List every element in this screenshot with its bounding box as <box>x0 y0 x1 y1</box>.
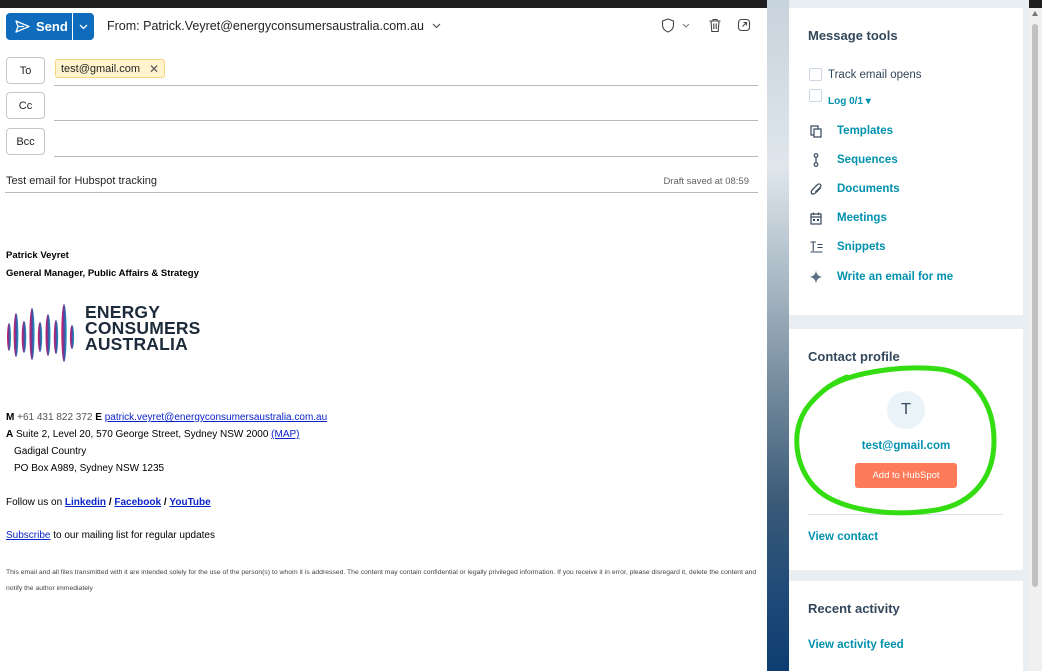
subscribe-line: Subscribe to our mailing list for regula… <box>6 530 215 541</box>
close-icon[interactable]: ✕ <box>149 62 159 76</box>
signature-role: General Manager, Public Affairs & Strate… <box>6 268 199 279</box>
logo-mark-icon <box>7 304 75 362</box>
popout-button[interactable] <box>737 18 751 32</box>
message-tools-card: Message tools Track email opens Log 0/1 … <box>789 8 1023 315</box>
send-options-button[interactable] <box>73 13 94 40</box>
from-label: From: Patrick.Veyret@energyconsumersaust… <box>107 19 424 33</box>
sensitivity-button[interactable] <box>661 18 690 33</box>
sequences-icon <box>808 152 824 168</box>
email-disclaimer: This email and all files transmitted wit… <box>6 569 757 592</box>
bcc-row: Bcc <box>0 128 767 158</box>
send-icon <box>15 20 30 33</box>
cc-button[interactable]: Cc <box>6 92 45 119</box>
signature-name: Patrick Veyret <box>6 250 69 261</box>
green-circle-annotation <box>794 365 997 516</box>
background-image <box>767 0 789 671</box>
signature-address-line: A Suite 2, Level 20, 570 George Street, … <box>6 429 300 440</box>
signature-address: Suite 2, Level 20, 570 George Street, Sy… <box>16 429 269 440</box>
recent-activity-card: Recent activity View activity feed <box>789 581 1023 671</box>
popout-icon <box>737 18 751 32</box>
logo-wordmark: ENERGY CONSUMERS AUSTRALIA <box>85 302 201 354</box>
compose-pane: Send From: Patrick.Veyret@energyconsumer… <box>0 8 767 671</box>
recipient-chip-label: test@gmail.com <box>61 62 141 75</box>
cc-row: Cc <box>0 92 767 122</box>
log-dropdown[interactable]: Log 0/1 ▾ <box>828 96 871 107</box>
track-opens-label: Track email opens <box>828 69 922 81</box>
tool-documents[interactable]: Documents <box>808 180 900 198</box>
chevron-down-icon <box>79 24 88 29</box>
send-label: Send <box>36 19 68 34</box>
calendar-icon <box>808 210 824 226</box>
view-contact-link[interactable]: View contact <box>808 531 878 543</box>
bcc-input[interactable] <box>54 128 758 155</box>
signature-email-link[interactable]: patrick.veyret@energyconsumersaustralia.… <box>105 412 327 423</box>
subject-input[interactable]: Test email for Hubspot tracking <box>6 175 157 187</box>
shield-icon <box>661 18 675 33</box>
sparkle-icon <box>808 269 824 285</box>
subject-row: Test email for Hubspot tracking Draft sa… <box>0 172 767 200</box>
discard-button[interactable] <box>708 18 722 33</box>
bcc-underline <box>54 156 758 157</box>
cc-input[interactable] <box>54 92 758 119</box>
recent-activity-title: Recent activity <box>808 601 900 616</box>
send-button[interactable]: Send <box>6 13 72 40</box>
chevron-down-icon <box>432 23 441 29</box>
map-link[interactable]: (MAP) <box>271 429 299 440</box>
snippets-icon <box>808 239 824 255</box>
cc-underline <box>54 120 758 121</box>
tool-sequences[interactable]: Sequences <box>808 151 898 169</box>
trash-icon <box>709 18 721 33</box>
message-tools-title: Message tools <box>808 28 898 43</box>
tool-templates[interactable]: Templates <box>808 122 893 140</box>
compose-toolbar: Send From: Patrick.Veyret@energyconsumer… <box>0 8 767 48</box>
paperclip-icon <box>808 181 824 197</box>
log-checkbox[interactable] <box>809 89 822 102</box>
contact-profile-card: Contact profile T test@gmail.com Add to … <box>789 329 1023 570</box>
signature-contact-line: M +61 431 822 372 E patrick.veyret@energ… <box>6 412 328 423</box>
from-selector[interactable]: From: Patrick.Veyret@energyconsumersaust… <box>107 19 441 33</box>
facebook-link[interactable]: Facebook <box>114 497 161 508</box>
signature-country: Gadigal Country <box>14 446 87 457</box>
scroll-up-icon[interactable] <box>1032 11 1038 16</box>
bcc-button[interactable]: Bcc <box>6 128 45 155</box>
company-logo: ENERGY CONSUMERS AUSTRALIA <box>6 301 206 381</box>
to-underline <box>54 85 758 86</box>
track-opens-checkbox[interactable] <box>809 68 822 81</box>
recipient-chip[interactable]: test@gmail.com ✕ <box>55 59 166 78</box>
tool-meetings[interactable]: Meetings <box>808 209 887 227</box>
to-button[interactable]: To <box>6 57 45 84</box>
templates-icon <box>808 123 824 139</box>
youtube-link[interactable]: YouTube <box>169 497 210 508</box>
subscribe-link[interactable]: Subscribe <box>6 530 50 541</box>
scrollbar[interactable] <box>1029 8 1042 671</box>
signature-phone: +61 431 822 372 <box>17 412 93 423</box>
tool-snippets[interactable]: Snippets <box>808 238 886 256</box>
draft-status: Draft saved at 08:59 <box>663 176 749 187</box>
subject-underline <box>5 192 758 193</box>
signature-po-box: PO Box A989, Sydney NSW 1235 <box>14 463 165 474</box>
scrollbar-thumb[interactable] <box>1032 24 1038 587</box>
view-activity-feed-link[interactable]: View activity feed <box>808 639 904 651</box>
tool-write-email[interactable]: Write an email for me <box>808 268 953 286</box>
chevron-down-icon <box>682 23 690 28</box>
follow-us-line: Follow us on Linkedin / Facebook / YouTu… <box>6 497 211 508</box>
linkedin-link[interactable]: Linkedin <box>65 497 106 508</box>
